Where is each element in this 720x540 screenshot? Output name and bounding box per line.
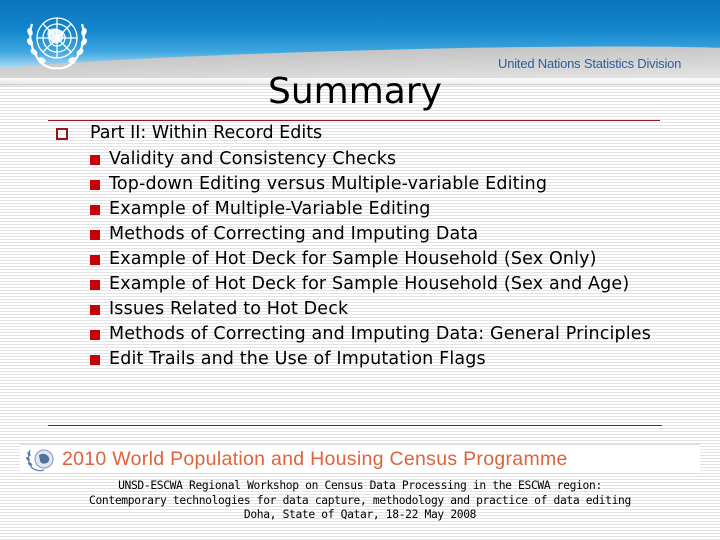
slide-title: Summary xyxy=(268,71,442,112)
list-item: Validity and Consistency Checks xyxy=(90,149,676,170)
list-item-label: Issues Related to Hot Deck xyxy=(109,299,349,319)
list-item-label: Example of Hot Deck for Sample Household… xyxy=(109,249,597,269)
list-item: Top-down Editing versus Multiple-variabl… xyxy=(90,174,676,195)
hollow-square-bullet-icon xyxy=(56,128,68,140)
title-divider xyxy=(48,120,660,121)
square-bullet-icon xyxy=(90,155,100,165)
section-label: Part II: Within Record Edits xyxy=(90,123,323,143)
un-emblem-icon xyxy=(26,17,88,70)
census-programme-banner: 2010 World Population and Housing Census… xyxy=(20,444,700,474)
list-item-label: Example of Hot Deck for Sample Household… xyxy=(109,274,630,294)
square-bullet-icon xyxy=(90,255,100,265)
footer-line-2: Contemporary technologies for data captu… xyxy=(89,493,631,507)
square-bullet-icon xyxy=(90,205,100,215)
list-item-label: Methods of Correcting and Imputing Data xyxy=(109,224,479,244)
square-bullet-icon xyxy=(90,280,100,290)
list-item: Issues Related to Hot Deck xyxy=(90,299,676,320)
footer-line-1: UNSD-ESCWA Regional Workshop on Census D… xyxy=(118,479,602,492)
list-item: Edit Trails and the Use of Imputation Fl… xyxy=(90,349,676,370)
section-items: Validity and Consistency Checks Top-down… xyxy=(90,149,676,370)
square-bullet-icon xyxy=(90,355,100,365)
square-bullet-icon xyxy=(90,180,100,190)
list-item-label: Edit Trails and the Use of Imputation Fl… xyxy=(109,349,486,369)
list-item-label: Methods of Correcting and Imputing Data:… xyxy=(109,324,651,344)
workshop-footer: UNSD-ESCWA Regional Workshop on Census D… xyxy=(0,479,720,523)
slide-content: Part II: Within Record Edits Validity an… xyxy=(56,122,676,370)
list-item: Methods of Correcting and Imputing Data:… xyxy=(90,324,676,345)
list-item: Example of Hot Deck for Sample Household… xyxy=(90,249,676,270)
section-heading: Part II: Within Record Edits xyxy=(56,122,676,145)
census-programme-title: 2010 World Population and Housing Census… xyxy=(62,447,568,470)
footer-line-3: Doha, State of Qatar, 18-22 May 2008 xyxy=(243,508,477,521)
list-item-label: Example of Multiple-Variable Editing xyxy=(109,199,431,219)
census-programme-logo-icon xyxy=(26,449,54,472)
list-item-label: Validity and Consistency Checks xyxy=(109,149,397,169)
list-item: Example of Hot Deck for Sample Household… xyxy=(90,274,676,295)
list-item: Methods of Correcting and Imputing Data xyxy=(90,224,676,245)
square-bullet-icon xyxy=(90,330,100,340)
square-bullet-icon xyxy=(90,305,100,315)
organization-name: United Nations Statistics Division xyxy=(498,56,682,71)
list-item: Example of Multiple-Variable Editing xyxy=(90,199,676,220)
square-bullet-icon xyxy=(90,230,100,240)
list-item-label: Top-down Editing versus Multiple-variabl… xyxy=(109,174,548,194)
bottom-divider xyxy=(48,425,662,426)
